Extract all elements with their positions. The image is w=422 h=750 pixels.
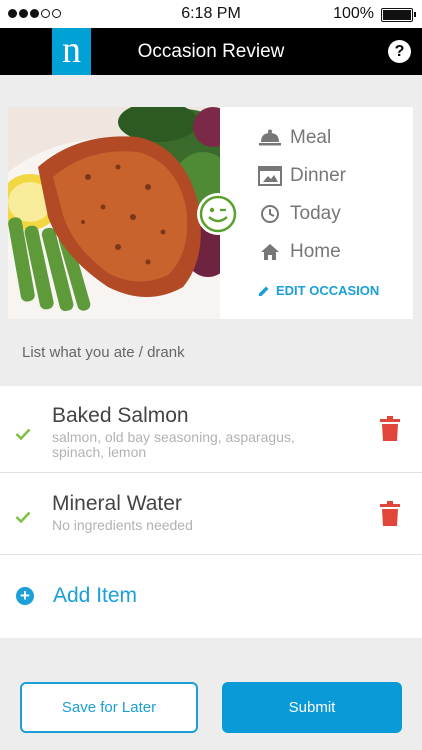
list-prompt: List what you ate / drank (22, 344, 185, 361)
plus-circle-icon: + (16, 587, 34, 605)
detail-today: Today (258, 195, 346, 233)
trash-icon[interactable] (380, 501, 400, 526)
battery-percentage: 100% (333, 5, 374, 22)
detail-home: Home (258, 233, 346, 271)
checkmark-icon (15, 428, 31, 440)
add-item-button[interactable]: + Add Item (0, 555, 422, 638)
submit-button[interactable]: Submit (222, 682, 402, 733)
oven-icon (258, 164, 282, 188)
item-ingredients: No ingredients needed (52, 517, 193, 533)
save-for-later-button[interactable]: Save for Later (20, 682, 198, 733)
item-name: Mineral Water (52, 492, 182, 515)
pencil-icon (259, 286, 269, 296)
add-item-label: Add Item (53, 584, 138, 607)
smiley-icon[interactable] (196, 192, 240, 241)
edit-occasion-button[interactable]: EDIT OCCASION (258, 283, 379, 298)
item-list: Baked Salmon salmon, old bay seasoning, … (0, 386, 422, 638)
trash-icon[interactable] (380, 416, 400, 441)
nav-bar: n Occasion Review ? (0, 28, 422, 75)
detail-dinner: Dinner (258, 157, 346, 195)
list-item[interactable]: Mineral Water No ingredients needed (0, 473, 422, 555)
cloche-icon (258, 126, 282, 150)
list-item[interactable]: Baked Salmon salmon, old bay seasoning, … (0, 386, 422, 473)
food-photo (8, 107, 220, 319)
battery-icon (381, 8, 416, 22)
item-name: Baked Salmon (52, 404, 189, 427)
checkmark-icon (15, 511, 31, 523)
detail-meal: Meal (258, 119, 346, 157)
status-bar: 6:18 PM 100% (0, 0, 422, 28)
help-button[interactable]: ? (388, 40, 411, 63)
clock-icon (258, 202, 282, 226)
home-icon (258, 240, 282, 264)
edit-occasion-label: EDIT OCCASION (276, 283, 380, 298)
page-title: Occasion Review (137, 41, 285, 62)
item-ingredients: salmon, old bay seasoning, asparagus, sp… (52, 429, 295, 460)
occasion-details: Meal Dinner Today Home (258, 119, 346, 271)
